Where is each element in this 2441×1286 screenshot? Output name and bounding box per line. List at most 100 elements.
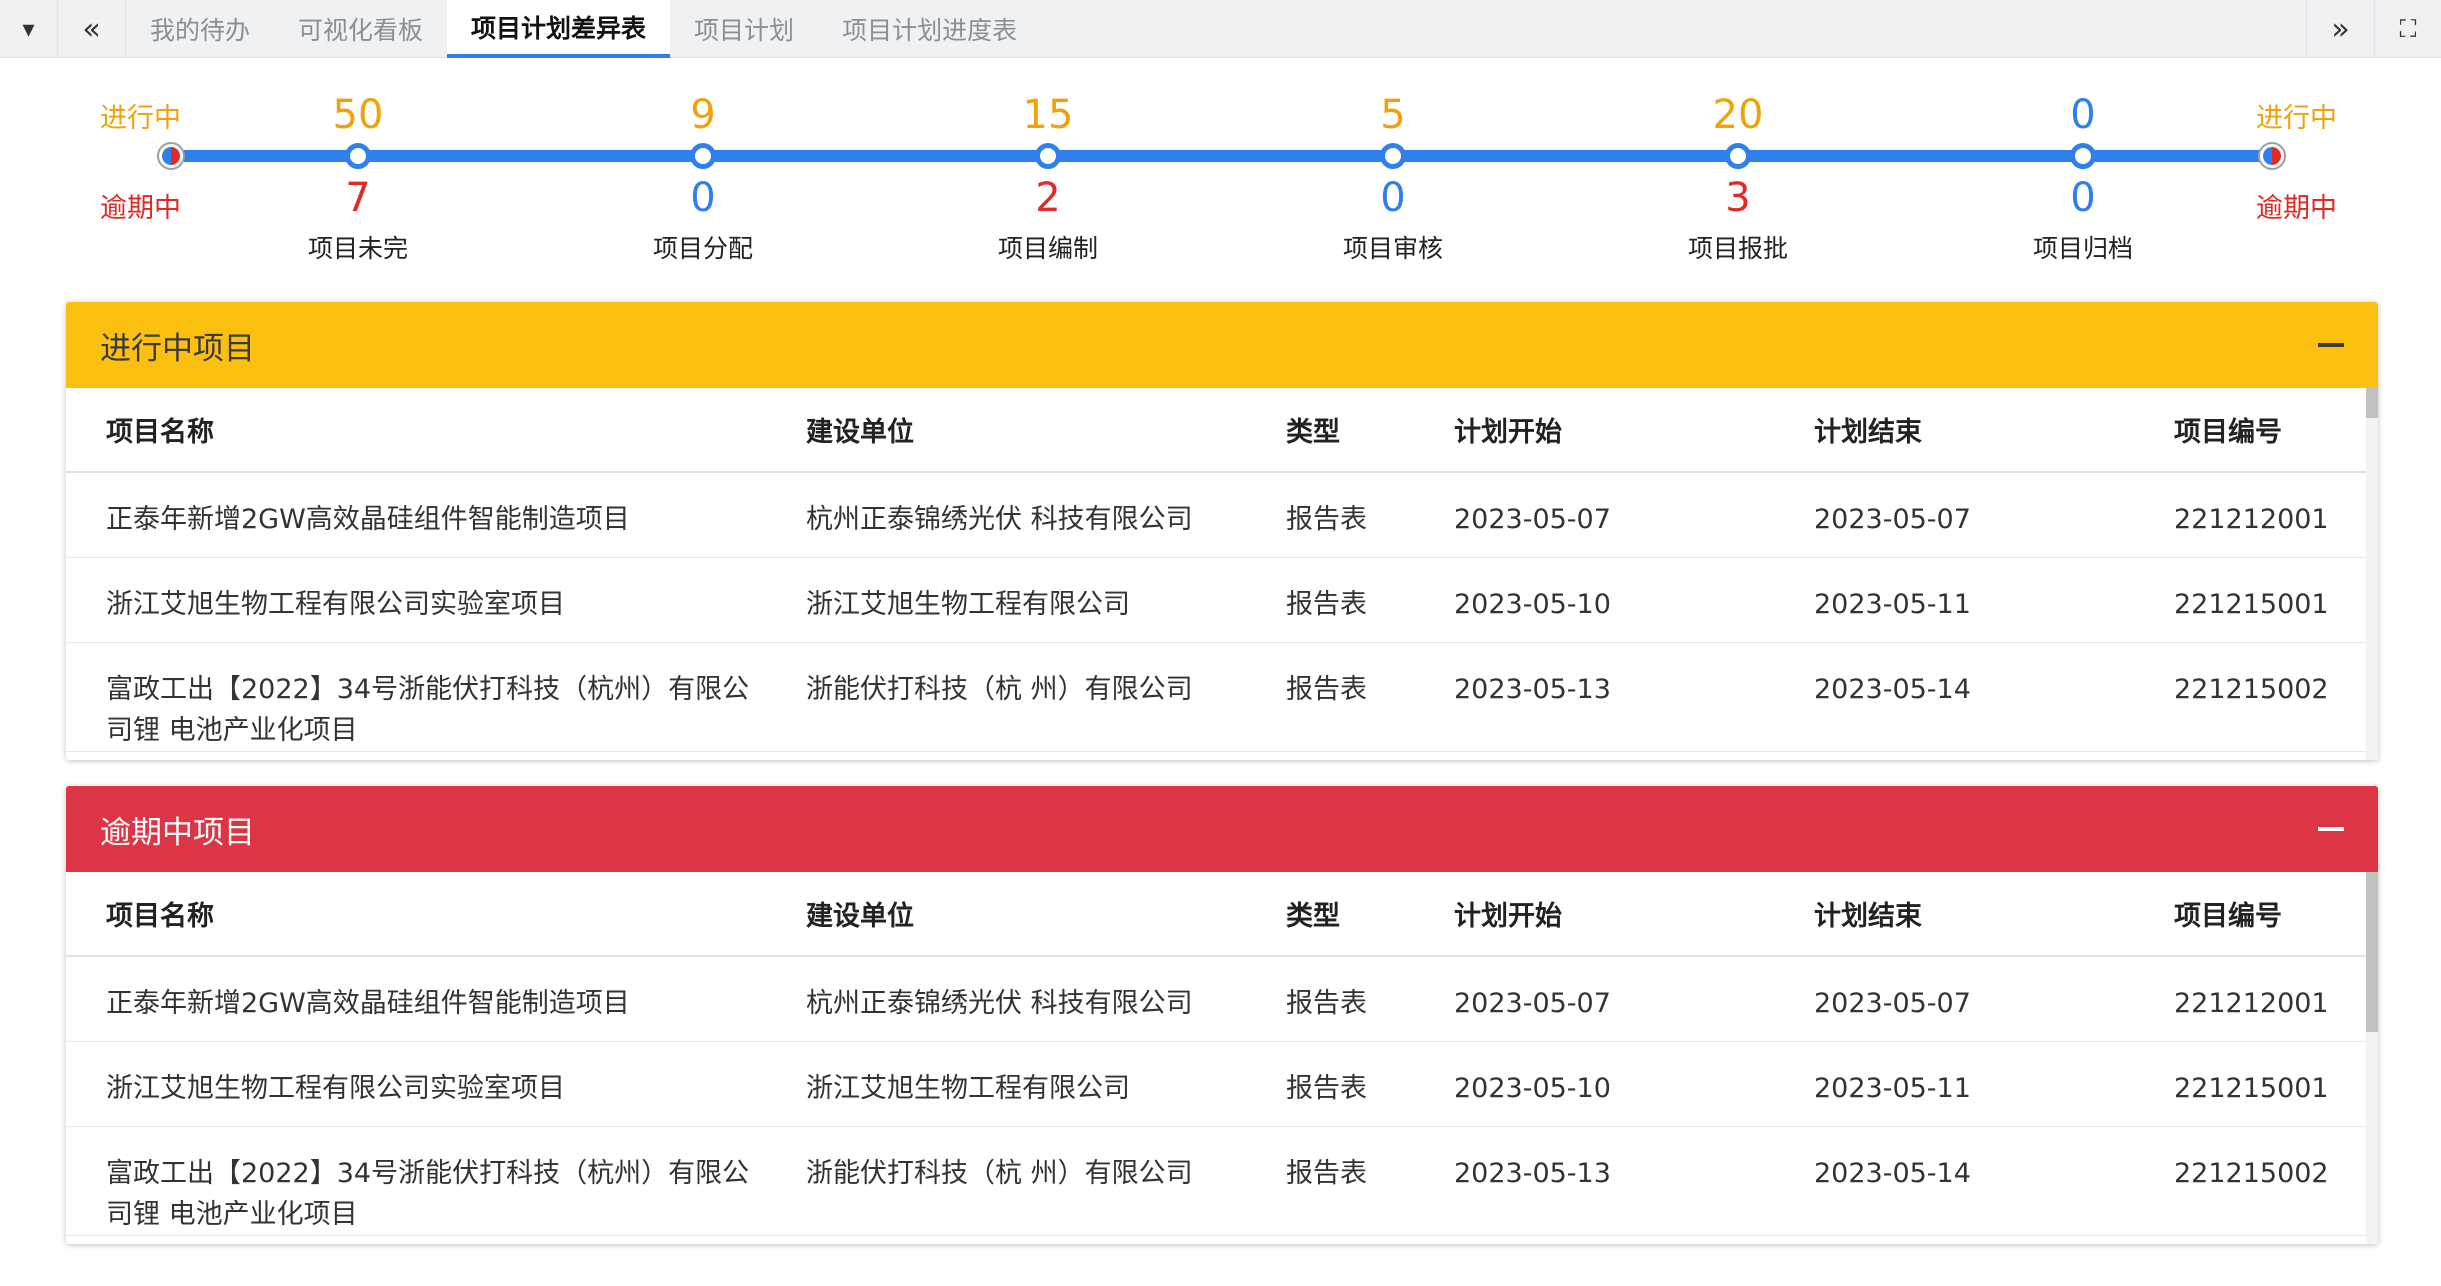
stage-name: 项目审核 (1342, 234, 1443, 263)
cell-unit: 杭州正泰锦绣光伏 科技有限公司 (766, 956, 1246, 1042)
stage-overdue-count: 0 (2070, 175, 2096, 221)
table-row[interactable]: 正泰年新增2GW高效晶硅组件智能制造项目 杭州正泰锦绣光伏 科技有限公司 报告表… (66, 956, 2366, 1042)
scrollbar-thumb[interactable] (2366, 872, 2378, 1032)
cell-type: 报告表 (1246, 472, 1414, 558)
stage-assign[interactable]: 9 0 项目分配 (583, 88, 823, 265)
tab-my-todo[interactable]: 我的待办 (126, 0, 274, 58)
stage-in-progress-count: 5 (1380, 92, 1406, 138)
stage-in-progress-count: 20 (1712, 92, 1764, 138)
stage-in-progress-count: 0 (2070, 92, 2096, 138)
stage-in-progress-count: 50 (332, 92, 384, 138)
cell-plan-end: 2023-05-11 (1774, 1041, 2134, 1127)
double-chevron-right-icon: » (2331, 11, 2350, 47)
tab-project-plan[interactable]: 项目计划 (670, 0, 818, 58)
legend-in-progress-left: 进行中 (100, 103, 181, 134)
column-header-project-no[interactable]: 项目编号 (2134, 388, 2366, 473)
cell-project-no: 221212001 (2134, 956, 2366, 1042)
timeline-start-icon (157, 142, 185, 170)
column-header-plan-end[interactable]: 计划结束 (1774, 872, 2134, 957)
cell-project-name: 富政工出【2022】34号浙能伏打科技（杭州）有限公司锂 电池产业化项目 (66, 642, 766, 752)
stage-compile[interactable]: 15 2 项目编制 (928, 88, 1168, 265)
legend-overdue-right: 逾期中 (2256, 193, 2337, 224)
tab-plan-progress[interactable]: 项目计划进度表 (818, 0, 1041, 58)
cell-unit: 杭州正泰锦绣光伏 科技有限公司 (766, 472, 1246, 558)
cell-plan-start: 2023-05-07 (1414, 472, 1774, 558)
cell-project-no: 221215002 (2134, 642, 2366, 752)
stage-name: 项目编制 (997, 234, 1098, 263)
panel-header: 进行中项目 (66, 302, 2378, 388)
stage-approval[interactable]: 20 3 项目报批 (1618, 88, 1858, 265)
table-row[interactable]: 富政工出【2022】34号浙能伏打科技（杭州）有限公司锂 电池产业化项目 浙能伏… (66, 1126, 2366, 1236)
table-row[interactable]: 浙江艾旭生物工程有限公司实验室项目 浙江艾旭生物工程有限公司 报告表 2023-… (66, 557, 2366, 643)
caret-down-icon: ▾ (22, 15, 35, 43)
cell-project-no: 221215001 (2134, 1041, 2366, 1127)
legend-overdue-left: 逾期中 (100, 193, 181, 224)
column-header-name[interactable]: 项目名称 (66, 388, 766, 473)
cell-plan-end: 2023-05-14 (1774, 642, 2134, 752)
timeline-line (172, 150, 2272, 162)
cell-project-no: 221215002 (2134, 1126, 2366, 1236)
collapse-minus-icon[interactable] (2318, 827, 2344, 831)
legend-in-progress-right: 进行中 (2256, 103, 2337, 134)
stage-overdue-count: 3 (1725, 175, 1751, 221)
column-header-plan-start[interactable]: 计划开始 (1414, 872, 1774, 957)
scroll-tabs-left-button[interactable]: « (58, 0, 126, 58)
cell-project-name: 正泰年新增2GW高效晶硅组件智能制造项目 (66, 472, 766, 558)
cell-plan-start: 2023-05-13 (1414, 1126, 1774, 1236)
table-row[interactable]: 正泰年新增2GW高效晶硅组件智能制造项目 杭州正泰锦绣光伏 科技有限公司 报告表… (66, 472, 2366, 558)
stage-name: 项目分配 (652, 234, 753, 263)
stage-name: 项目未完 (307, 234, 408, 263)
stage-node (2070, 143, 2096, 169)
overdue-table: 项目名称 建设单位 类型 计划开始 计划结束 项目编号 正泰年新增2GW高效晶硅… (66, 872, 2366, 1236)
cell-project-name: 富政工出【2022】34号浙能伏打科技（杭州）有限公司锂 电池产业化项目 (66, 1126, 766, 1236)
in-progress-projects-panel: 进行中项目 项目名称 建设单位 类型 计划开始 计划结束 项目编号 正泰年新增2… (66, 302, 2378, 760)
cell-plan-end: 2023-05-14 (1774, 1126, 2134, 1236)
table-header-row: 项目名称 建设单位 类型 计划开始 计划结束 项目编号 (66, 872, 2366, 957)
column-header-type[interactable]: 类型 (1246, 388, 1414, 473)
cell-type: 报告表 (1246, 642, 1414, 752)
cell-plan-end: 2023-05-07 (1774, 956, 2134, 1042)
scrollbar-thumb[interactable] (2366, 388, 2378, 418)
stage-in-progress-count: 15 (1022, 92, 1074, 138)
stage-name: 项目报批 (1687, 234, 1788, 263)
panel-title: 进行中项目 (100, 330, 255, 367)
cell-project-no: 221212001 (2134, 472, 2366, 558)
stage-node (345, 143, 371, 169)
panel-body[interactable]: 项目名称 建设单位 类型 计划开始 计划结束 项目编号 正泰年新增2GW高效晶硅… (66, 388, 2378, 760)
stage-in-progress-count: 9 (690, 92, 716, 138)
cell-unit: 浙能伏打科技（杭 州）有限公司 (766, 642, 1246, 752)
cell-plan-start: 2023-05-10 (1414, 557, 1774, 643)
panel-body[interactable]: 项目名称 建设单位 类型 计划开始 计划结束 项目编号 正泰年新增2GW高效晶硅… (66, 872, 2378, 1244)
tab-visual-dashboard[interactable]: 可视化看板 (274, 0, 447, 58)
cell-type: 报告表 (1246, 557, 1414, 643)
cell-project-no: 221215001 (2134, 557, 2366, 643)
column-header-name[interactable]: 项目名称 (66, 872, 766, 957)
dropdown-menu-button[interactable]: ▾ (0, 0, 58, 58)
table-row[interactable]: 富政工出【2022】34号浙能伏打科技（杭州）有限公司锂 电池产业化项目 浙能伏… (66, 642, 2366, 752)
stage-archive[interactable]: 0 0 项目归档 (1963, 88, 2203, 265)
column-header-project-no[interactable]: 项目编号 (2134, 872, 2366, 957)
stage-review[interactable]: 5 0 项目审核 (1273, 88, 1513, 265)
column-header-unit[interactable]: 建设单位 (766, 388, 1246, 473)
tab-plan-difference[interactable]: 项目计划差异表 (447, 0, 671, 58)
cell-plan-end: 2023-05-07 (1774, 472, 2134, 558)
stage-overdue-count: 0 (690, 175, 716, 221)
tab-bar: ▾ « 我的待办 可视化看板 项目计划差异表 项目计划 项目计划进度表 » ⛶ (0, 0, 2441, 58)
fullscreen-button[interactable]: ⛶ (2374, 0, 2441, 58)
stage-overdue-count: 2 (1035, 175, 1061, 221)
column-header-plan-end[interactable]: 计划结束 (1774, 388, 2134, 473)
stage-unfinished[interactable]: 50 7 项目未完 (238, 88, 478, 265)
panel-header: 逾期中项目 (66, 786, 2378, 872)
column-header-unit[interactable]: 建设单位 (766, 872, 1246, 957)
vertical-scrollbar[interactable] (2366, 872, 2378, 1244)
column-header-plan-start[interactable]: 计划开始 (1414, 388, 1774, 473)
vertical-scrollbar[interactable] (2366, 388, 2378, 760)
table-row[interactable]: 浙江艾旭生物工程有限公司实验室项目 浙江艾旭生物工程有限公司 报告表 2023-… (66, 1041, 2366, 1127)
stage-overdue-count: 7 (345, 175, 371, 221)
cell-type: 报告表 (1246, 956, 1414, 1042)
scroll-tabs-right-button[interactable]: » (2306, 0, 2374, 58)
collapse-minus-icon[interactable] (2318, 343, 2344, 347)
fullscreen-icon: ⛶ (2399, 15, 2417, 43)
panel-title: 逾期中项目 (100, 814, 255, 851)
column-header-type[interactable]: 类型 (1246, 872, 1414, 957)
